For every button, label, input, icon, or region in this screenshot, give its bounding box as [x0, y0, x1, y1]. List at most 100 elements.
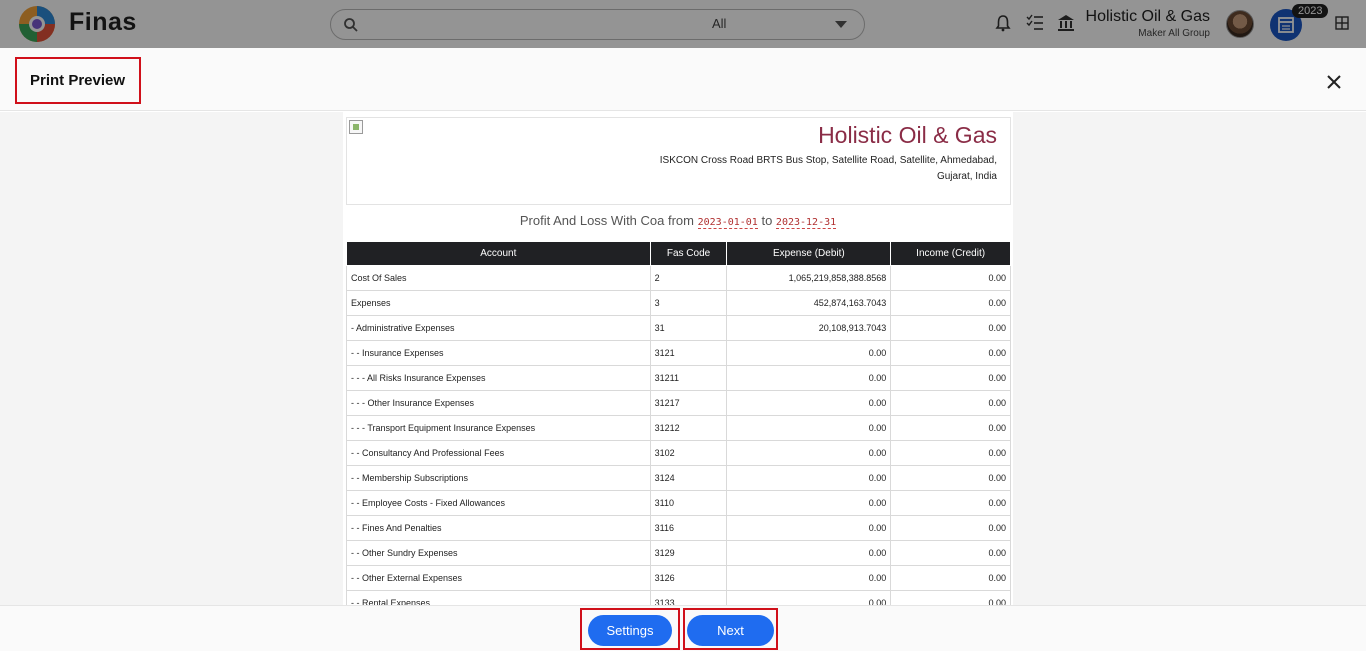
fas-code-cell: 31217 [649, 390, 728, 416]
company-address-line1: ISKCON Cross Road BRTS Bus Stop, Satelli… [659, 155, 997, 166]
fas-code-cell: 3 [649, 290, 728, 316]
account-cell: - - Other Sundry Expenses [346, 540, 651, 566]
fas-code-cell: 31212 [649, 415, 728, 441]
report-title-text: Profit And Loss With Coa from [519, 213, 694, 228]
income-cell: 0.00 [890, 390, 1011, 416]
fas-code-cell: 31211 [649, 365, 728, 391]
report-title: Profit And Loss With Coa from 2023-01-01… [343, 213, 1013, 229]
table-row: - - Rental Expenses 3133 0.00 0.00 [346, 590, 1011, 605]
fas-code-cell: 3121 [649, 340, 728, 366]
account-cell: - - Fines And Penalties [346, 515, 651, 541]
modal-backdrop [0, 0, 1366, 48]
fas-code-cell: 2 [649, 265, 728, 291]
expense-cell: 0.00 [726, 415, 892, 441]
fas-code-cell: 3126 [649, 565, 728, 591]
income-cell: 0.00 [890, 515, 1011, 541]
income-cell: 0.00 [890, 465, 1011, 491]
table-row: - - Other Sundry Expenses 3129 0.00 0.00 [346, 540, 1011, 566]
dialog-header: Print Preview [0, 48, 1366, 111]
income-cell: 0.00 [890, 365, 1011, 391]
income-cell: 0.00 [890, 315, 1011, 341]
expense-cell: 452,874,163.7043 [726, 290, 892, 316]
dialog-footer: Settings Next [0, 605, 1366, 651]
table-row: - - Other External Expenses 3126 0.00 0.00 [346, 565, 1011, 591]
income-cell: 0.00 [890, 490, 1011, 516]
close-icon[interactable] [1324, 72, 1344, 92]
income-cell: 0.00 [890, 540, 1011, 566]
income-cell: 0.00 [890, 565, 1011, 591]
report-company-name: Holistic Oil & Gas [818, 122, 997, 148]
table-row: - - Membership Subscriptions 3124 0.00 0.00 [346, 465, 1011, 491]
settings-highlight: Settings [580, 608, 680, 650]
table-row: - - Employee Costs - Fixed Allowances 311… [346, 490, 1011, 516]
table-row: - Administrative Expenses 31 20,108,913.70… [346, 315, 1011, 341]
expense-cell: 0.00 [726, 390, 892, 416]
column-header-expense: Expense (Debit) [726, 241, 892, 266]
expense-cell: 20,108,913.7043 [726, 315, 892, 341]
income-cell: 0.00 [890, 265, 1011, 291]
table-header-row: Account Fas Code Expense (Debit) Income … [346, 241, 1011, 266]
report-letterhead: Holistic Oil & Gas ISKCON Cross Road BRT… [346, 117, 1011, 205]
title-highlight: Print Preview [15, 57, 141, 104]
fas-code-cell: 3110 [649, 490, 728, 516]
date-to: 2023-12-31 [775, 217, 837, 229]
expense-cell: 0.00 [726, 365, 892, 391]
account-cell: - Administrative Expenses [346, 315, 651, 341]
fas-code-cell: 3102 [649, 440, 728, 466]
expense-cell: 1,065,219,858,388.8568 [726, 265, 892, 291]
dialog-title: Print Preview [30, 72, 126, 89]
account-cell: - - Other External Expenses [346, 565, 651, 591]
expense-cell: 0.00 [726, 565, 892, 591]
account-cell: - - Consultancy And Professional Fees [346, 440, 651, 466]
account-cell: Cost Of Sales [346, 265, 651, 291]
app-bar: Finas All Holistic Oil & Gas Maker All G… [0, 0, 1366, 48]
income-cell: 0.00 [890, 440, 1011, 466]
table-row: Cost Of Sales 2 1,065,219,858,388.8568 0.00 [346, 265, 1011, 291]
company-logo-image [349, 120, 363, 134]
account-cell: Expenses [346, 290, 651, 316]
expense-cell: 0.00 [726, 540, 892, 566]
table-row: - - Consultancy And Professional Fees 310… [346, 440, 1011, 466]
column-header-account: Account [346, 241, 651, 266]
account-cell: - - Insurance Expenses [346, 340, 651, 366]
expense-cell: 0.00 [726, 490, 892, 516]
fas-code-cell: 3124 [649, 465, 728, 491]
account-cell: - - - All Risks Insurance Expenses [346, 365, 651, 391]
income-cell: 0.00 [890, 415, 1011, 441]
income-cell: 0.00 [890, 340, 1011, 366]
report-title-to: to [761, 213, 773, 228]
print-preview-dialog: Print Preview Holistic Oil & Gas ISKCON … [0, 48, 1366, 651]
table-row: - - Insurance Expenses 3121 0.00 0.00 [346, 340, 1011, 366]
settings-button[interactable]: Settings [588, 615, 672, 646]
next-highlight: Next [683, 608, 778, 650]
account-cell: - - - Other Insurance Expenses [346, 390, 651, 416]
company-address-line2: Gujarat, India [936, 171, 997, 182]
preview-scroll-area[interactable]: Holistic Oil & Gas ISKCON Cross Road BRT… [0, 112, 1366, 605]
account-cell: - - - Transport Equipment Insurance Expe… [346, 415, 651, 441]
table-row: - - - All Risks Insurance Expenses 31211 0… [346, 365, 1011, 391]
table-row: - - - Other Insurance Expenses 31217 0.00 0… [346, 390, 1011, 416]
column-header-income: Income (Credit) [890, 241, 1011, 266]
fas-code-cell: 31 [649, 315, 728, 341]
account-cell: - - Membership Subscriptions [346, 465, 651, 491]
report-table: Account Fas Code Expense (Debit) Income … [346, 241, 1011, 605]
expense-cell: 0.00 [726, 590, 892, 605]
expense-cell: 0.00 [726, 340, 892, 366]
next-button[interactable]: Next [687, 615, 774, 646]
fas-code-cell: 3133 [649, 590, 728, 605]
table-row: - - - Transport Equipment Insurance Expe… [346, 415, 1011, 441]
expense-cell: 0.00 [726, 465, 892, 491]
account-cell: - - Employee Costs - Fixed Allowances [346, 490, 651, 516]
expense-cell: 0.00 [726, 515, 892, 541]
expense-cell: 0.00 [726, 440, 892, 466]
account-cell: - - Rental Expenses [346, 590, 651, 605]
fas-code-cell: 3129 [649, 540, 728, 566]
report-page: Holistic Oil & Gas ISKCON Cross Road BRT… [343, 112, 1013, 605]
column-header-fas-code: Fas Code [649, 241, 728, 266]
income-cell: 0.00 [890, 590, 1011, 605]
date-from: 2023-01-01 [697, 217, 758, 229]
income-cell: 0.00 [890, 290, 1011, 316]
table-row: Expenses 3 452,874,163.7043 0.00 [346, 290, 1011, 316]
fas-code-cell: 3116 [649, 515, 728, 541]
table-row: - - Fines And Penalties 3116 0.00 0.00 [346, 515, 1011, 541]
